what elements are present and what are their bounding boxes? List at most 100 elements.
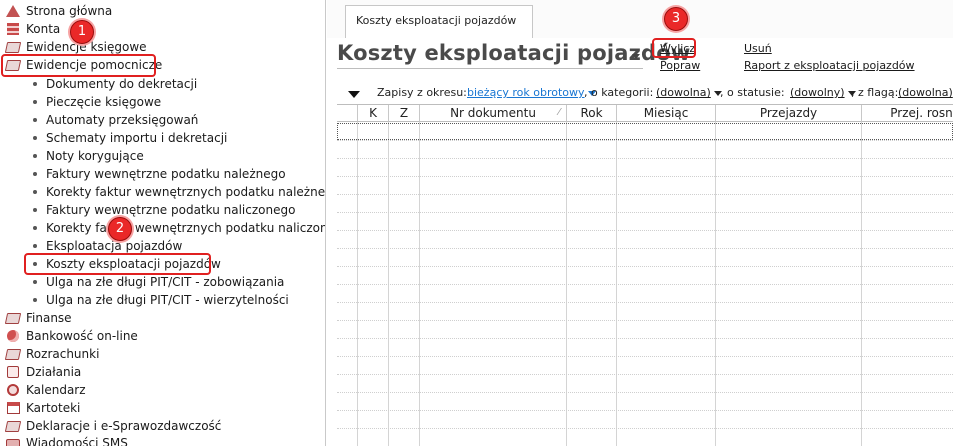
column-header-document-number[interactable]: Nr dokumentu ⁄: [420, 105, 567, 122]
category-filter-dropdown[interactable]: (dowolna): [656, 86, 722, 99]
sidebar-item-settlements[interactable]: Rozrachunki: [0, 345, 99, 363]
annotation-badge-2: 2: [108, 217, 132, 241]
subitem-rebooking-automats[interactable]: Automaty przeksięgowań: [0, 111, 198, 129]
grid-row-line: [337, 194, 953, 195]
edit-link[interactable]: Popraw: [660, 59, 700, 72]
flag-filter-value: (dowolna): [898, 86, 953, 99]
tab-bar: Koszty eksploatacji pojazdów: [327, 0, 953, 38]
column-header-month[interactable]: Miesiąc: [617, 105, 716, 122]
subitem-accounting-stamps[interactable]: Pieczęcie księgowe: [0, 93, 161, 111]
sort-indicator-icon: ⁄: [558, 107, 560, 118]
delete-link[interactable]: Usuń: [744, 42, 772, 55]
home-icon: [6, 5, 20, 17]
subitem-label: Noty korygujące: [46, 149, 144, 163]
grid-row-line: [337, 392, 953, 393]
grid-row-line: [337, 176, 953, 177]
sidebar-item-label: Kartoteki: [26, 401, 81, 415]
accounts-icon: [6, 23, 20, 35]
subitem-internal-invoice-corrections-output-tax[interactable]: Korekty faktur wewnętrznych podatku nale…: [0, 183, 326, 201]
page-title: Koszty eksploatacji pojazdów: [337, 41, 691, 65]
subitem-label: Ulga na złe długi PIT/CIT - zobowiązania: [46, 275, 285, 289]
column-header-k[interactable]: K: [358, 105, 389, 122]
status-filter-dropdown[interactable]: (dowolny): [790, 86, 856, 99]
annotation-badge-3: 3: [664, 7, 688, 31]
sidebar-item-label: Deklaracje i e-Sprawozdawczość: [26, 419, 222, 433]
sidebar-item-home[interactable]: Strona główna: [0, 2, 112, 20]
sidebar-item-label: Działania: [26, 365, 82, 379]
period-filter-value: bieżący rok obrotowy: [467, 86, 585, 99]
title-dropdown-icon[interactable]: [632, 54, 640, 59]
grid-row-line: [337, 374, 953, 375]
subitem-bad-debt-relief-liabilities[interactable]: Ulga na złe długi PIT/CIT - zobowiązania: [0, 273, 284, 291]
sidebar-item-label: Wiadomości SMS: [26, 436, 128, 446]
period-filter-dropdown[interactable]: bieżący rok obrotowy: [467, 86, 596, 99]
title-underline: [337, 68, 643, 69]
grid-row-line: [337, 302, 953, 303]
actions-icon: [6, 366, 20, 378]
grid-row-line: [337, 410, 953, 411]
category-filter-label: , o kategorii:: [584, 86, 654, 99]
subitem-internal-invoice-corrections-input-tax[interactable]: Korekty faktur wewnętrznych podatku nali…: [0, 219, 325, 237]
finance-icon: [4, 312, 22, 324]
subitem-internal-invoices-input-tax[interactable]: Faktury wewnętrzne podatku naliczonego: [0, 201, 295, 219]
column-header-empty[interactable]: [337, 105, 358, 122]
navigation-sidebar: Strona główna Konta Ewidencje księgowe E…: [0, 0, 326, 446]
grid-row-line: [337, 266, 953, 267]
grid-row-line: [337, 212, 953, 213]
sidebar-item-declarations[interactable]: Deklaracje i e-Sprawozdawczość: [0, 417, 221, 435]
subitem-correction-notes[interactable]: Noty korygujące: [0, 147, 144, 165]
subitem-documents-for-posting[interactable]: Dokumenty do dekretacji: [0, 75, 197, 93]
grid-row-line: [337, 428, 953, 429]
declarations-icon: [4, 420, 22, 432]
subitem-label: Pieczęcie księgowe: [46, 95, 162, 109]
sidebar-item-online-banking[interactable]: Bankowość on-line: [0, 327, 138, 345]
sidebar-item-label: Finanse: [26, 311, 72, 325]
grid-row-line: [337, 356, 953, 357]
subitem-label: Faktury wewnętrzne podatku należnego: [46, 167, 286, 181]
annotation-highlight-auxiliary-records: [1, 54, 156, 77]
sidebar-item-actions[interactable]: Działania: [0, 363, 81, 381]
subitem-internal-invoices-output-tax[interactable]: Faktury wewnętrzne podatku należnego: [0, 165, 286, 183]
sidebar-item-label: Bankowość on-line: [26, 329, 138, 343]
column-header-z[interactable]: Z: [389, 105, 420, 122]
sidebar-item-records[interactable]: Kartoteki: [0, 399, 80, 417]
sidebar-item-calendar[interactable]: Kalendarz: [0, 381, 86, 399]
subitem-label: Faktury wewnętrzne podatku naliczonego: [46, 203, 296, 217]
subitem-import-schemes[interactable]: Schematy importu i dekretacji: [0, 129, 227, 147]
grid-row-line: [337, 140, 953, 141]
subitem-label: Automaty przeksięgowań: [46, 113, 199, 127]
annotation-badge-1: 1: [70, 20, 94, 44]
sidebar-item-label: Kalendarz: [26, 383, 86, 397]
category-filter-value: (dowolna): [656, 86, 711, 99]
subitem-label: Dokumenty do dekretacji: [46, 77, 198, 91]
subitem-label: Korekty faktur wewnętrznych podatku nale…: [46, 185, 326, 199]
grid-menu-caret-icon[interactable]: [348, 91, 360, 98]
grid-active-row[interactable]: [337, 123, 953, 140]
calendar-icon: [6, 384, 20, 396]
records-icon: [6, 402, 20, 414]
vehicle-report-link[interactable]: Raport z eksploatacji pojazdów: [744, 59, 915, 72]
sidebar-item-accounts[interactable]: Konta: [0, 20, 60, 38]
tab-label: Koszty eksploatacji pojazdów: [356, 14, 517, 27]
sidebar-item-sms[interactable]: Wiadomości SMS: [0, 434, 128, 446]
annotation-highlight-calculate: [652, 38, 696, 58]
subitem-label: Schematy importu i dekretacji: [46, 131, 228, 145]
flag-filter-label: , z flagą:: [851, 86, 899, 99]
tab-vehicle-operating-costs[interactable]: Koszty eksploatacji pojazdów: [345, 5, 533, 38]
sidebar-item-finance[interactable]: Finanse: [0, 309, 72, 327]
flag-filter-dropdown[interactable]: (dowolna): [898, 86, 953, 99]
column-header-trips-ascending[interactable]: Przej. rosn: [862, 105, 953, 122]
grid-row-line: [337, 284, 953, 285]
grid-row-line: [337, 338, 953, 339]
period-filter-label: Zapisy z okresu:: [377, 86, 467, 99]
column-header-year[interactable]: Rok: [567, 105, 617, 122]
sidebar-item-label: Konta: [26, 22, 61, 36]
ledger-icon: [4, 41, 22, 53]
costs-grid[interactable]: K Z Nr dokumentu ⁄ Rok Miesiąc Przejazdy…: [337, 104, 953, 446]
grid-row-line: [337, 158, 953, 159]
column-header-trips[interactable]: Przejazdy: [716, 105, 862, 122]
settlements-icon: [4, 348, 22, 360]
grid-row-line: [337, 230, 953, 231]
subitem-bad-debt-relief-receivables[interactable]: Ulga na złe długi PIT/CIT - wierzytelnoś…: [0, 291, 289, 309]
grid-row-line: [337, 320, 953, 321]
